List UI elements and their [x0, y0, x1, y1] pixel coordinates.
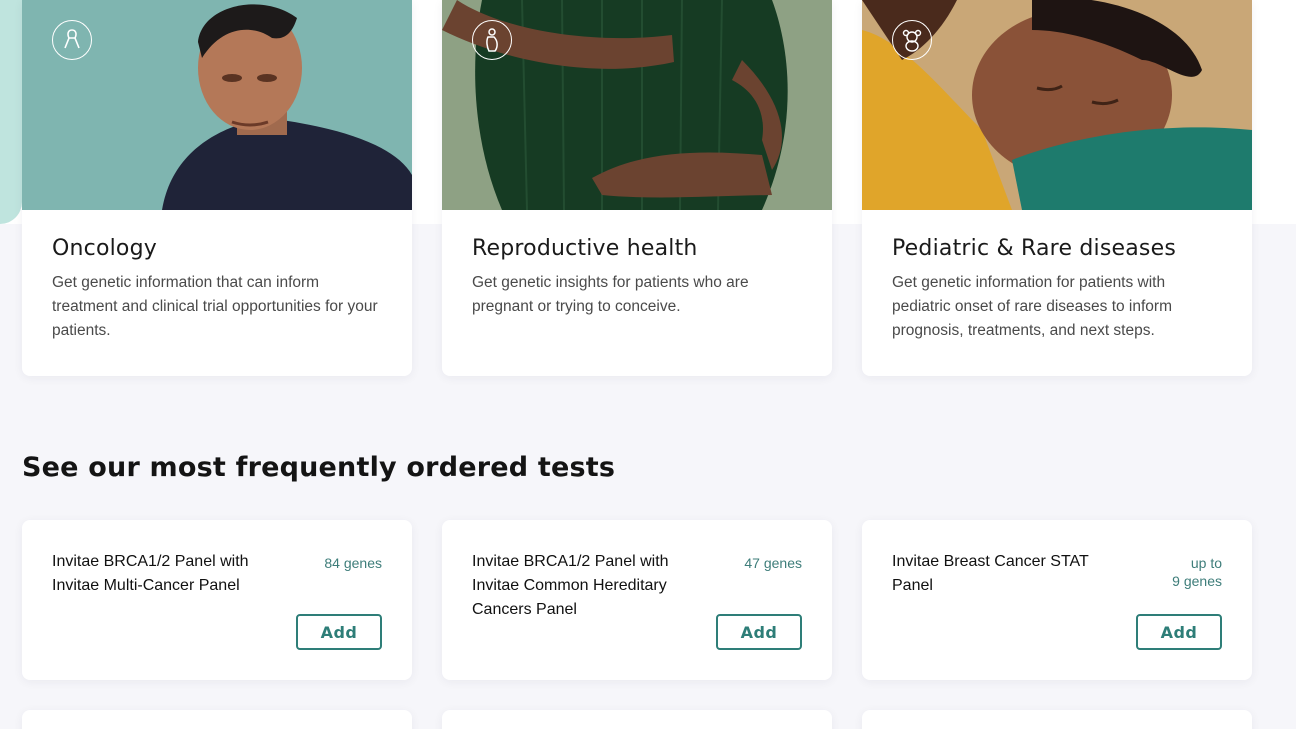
category-title: Reproductive health [472, 236, 698, 261]
pregnancy-icon [472, 20, 512, 60]
test-name: Invitae BRCA1/2 Panel with Invitae Commo… [472, 553, 669, 618]
add-test-button[interactable]: Add [716, 614, 802, 650]
decorative-teal-shape [0, 0, 22, 224]
test-card [442, 710, 832, 729]
teddy-bear-icon [892, 20, 932, 60]
category-card-oncology[interactable]: Oncology Get genetic information that ca… [22, 0, 412, 376]
gene-count-prefix: up to [1190, 555, 1222, 571]
test-name: Invitae BRCA1/2 Panel with Invitae Multi… [52, 553, 249, 594]
test-card: Invitae Breast Cancer STAT Panel up to 9… [862, 520, 1252, 680]
gene-count: 84 genes [292, 554, 382, 572]
category-description: Get genetic insights for patients who ar… [472, 274, 749, 315]
category-title: Oncology [52, 236, 157, 261]
category-description: Get genetic information that can inform … [52, 274, 378, 339]
gene-count-value: 47 genes [744, 555, 802, 571]
test-card [862, 710, 1252, 729]
ribbon-icon [52, 20, 92, 60]
category-description: Get genetic information for patients wit… [892, 274, 1172, 339]
gene-count-value: 9 genes [1172, 573, 1222, 589]
test-card [22, 710, 412, 729]
category-card-reproductive-health[interactable]: Reproductive health Get genetic insights… [442, 0, 832, 376]
gene-count: 47 genes [712, 554, 802, 572]
add-test-button[interactable]: Add [1136, 614, 1222, 650]
test-name: Invitae Breast Cancer STAT Panel [892, 553, 1089, 594]
section-heading: See our most frequently ordered tests [22, 452, 616, 483]
page: Oncology Get genetic information that ca… [0, 0, 1296, 729]
oncology-image [22, 0, 412, 210]
add-test-button[interactable]: Add [296, 614, 382, 650]
test-card: Invitae BRCA1/2 Panel with Invitae Multi… [22, 520, 412, 680]
gene-count: up to 9 genes [1132, 554, 1222, 590]
category-title: Pediatric & Rare diseases [892, 236, 1176, 261]
test-card: Invitae BRCA1/2 Panel with Invitae Commo… [442, 520, 832, 680]
gene-count-value: 84 genes [324, 555, 382, 571]
pediatric-image [862, 0, 1252, 210]
reproductive-health-image [442, 0, 832, 210]
category-card-pediatric-rare-diseases[interactable]: Pediatric & Rare diseases Get genetic in… [862, 0, 1252, 376]
